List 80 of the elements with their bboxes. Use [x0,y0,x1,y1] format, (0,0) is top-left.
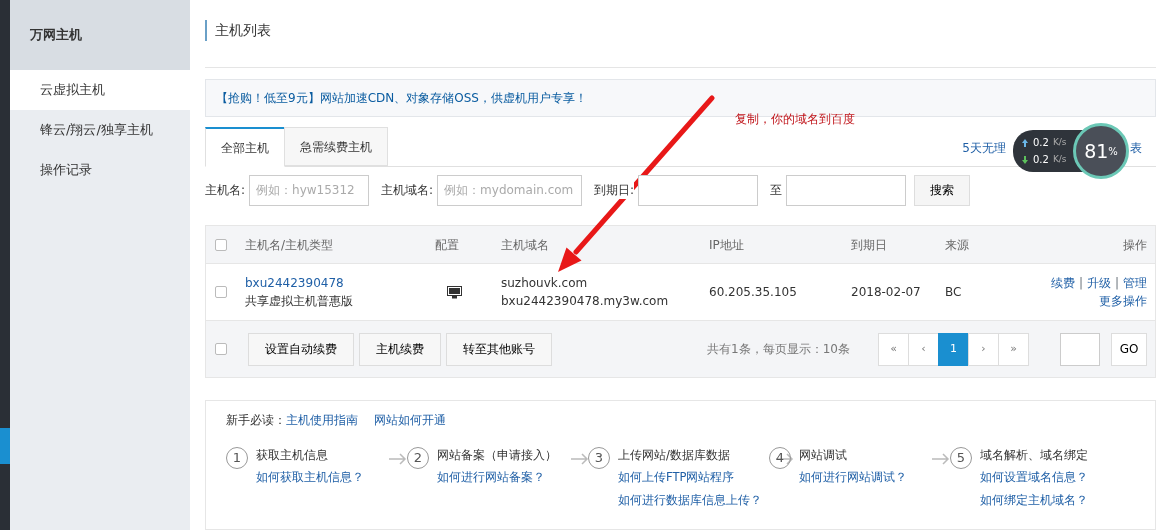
page-title: 主机列表 [205,20,271,41]
page-button[interactable]: » [998,332,1029,366]
guide-link[interactable]: 主机使用指南 [286,411,358,429]
input-field[interactable] [638,174,759,206]
arrow-icon [571,453,589,465]
table-cell-text: 60.205.35.105 [709,284,798,301]
field-label: 主机域名: [381,181,434,199]
input-field[interactable]: 例如：hyw15312 [249,174,370,206]
search-button[interactable]: 搜索 [914,174,971,206]
action-button[interactable]: 转至其他账号 [446,332,552,366]
sidebar-item[interactable]: 操作记录 [10,150,190,190]
step-title: 上传网站/数据库数据 [618,447,731,464]
speed-value: 0.2 [1033,136,1049,150]
monitor-icon [447,286,462,299]
checkbox[interactable] [215,343,227,355]
field-label: 到期日: [594,181,635,199]
help-link[interactable]: 如何设置域名信息？ [980,469,1088,487]
page-input[interactable] [1060,332,1100,366]
help-link[interactable]: 如何进行数据库信息上传？ [618,491,762,509]
host-type: 共享虚拟主机普惠版 [245,293,353,310]
action-link[interactable]: 续费 [1050,274,1075,292]
table-cell-text: BC [945,284,963,301]
step-title: 网站备案（申请接入） [437,447,557,464]
table-cell-text: 2018-02-07 [851,284,922,301]
column-header: IP地址 [709,236,745,254]
download-icon [1021,154,1029,165]
help-link[interactable]: 如何绑定主机域名？ [980,491,1088,509]
link[interactable]: 5天无理 [962,139,1006,157]
step-title: 获取主机信息 [256,447,329,464]
help-link[interactable]: 如何进行网站调试？ [799,469,907,487]
go-button[interactable]: GO [1111,332,1147,366]
page-button[interactable]: 1 [938,332,969,366]
help-link[interactable]: 如何上传FTP网站程序 [618,469,762,487]
guide-label: 新手必读： [226,412,286,429]
domain-text: bxu2442390478.my3w.com [501,293,669,310]
sidebar-item[interactable]: 云虚拟主机 [10,70,190,110]
percent-value: 81 [1084,138,1109,164]
tab[interactable]: 急需续费主机 [284,127,388,166]
checkbox[interactable] [215,238,227,251]
sidebar-item[interactable]: 锋云/翔云/独享主机 [10,110,190,150]
field-label: 主机名: [205,181,246,199]
upload-icon [1021,137,1029,148]
step-title: 域名解析、域名绑定 [980,447,1088,464]
page-summary: 共有1条，每页显示：10条 [707,341,850,358]
sidebar-marker [0,428,10,464]
tab[interactable]: 全部主机 [205,127,285,167]
checkbox[interactable] [215,286,227,298]
help-link[interactable]: 如何进行网站备案？ [437,469,557,487]
separator-text: | [1078,275,1083,292]
percent-sign: % [1108,144,1118,159]
link[interactable]: 表 [1130,139,1142,157]
speed-unit: K/s [1052,135,1067,149]
action-link[interactable]: 升级 [1086,274,1111,292]
input-field[interactable]: 例如：mydomain.com [437,174,583,206]
sidebar-title: 万网主机 [10,0,190,70]
help-link[interactable]: 如何获取主机信息？ [256,469,364,487]
step-title: 网站调试 [799,447,848,464]
input-field[interactable] [786,174,907,206]
column-header: 主机名/主机类型 [245,236,335,254]
action-button[interactable]: 主机续费 [359,332,441,366]
page-button[interactable]: « [878,332,909,366]
host-link[interactable]: bxu2442390478 [245,274,344,292]
separator-text: | [1114,275,1119,292]
action-link[interactable]: 更多操作 [1099,292,1147,310]
speed-unit: K/s [1052,152,1067,166]
arrow-icon [932,453,950,465]
domain-text: suzhouvk.com [501,275,588,292]
column-header: 操作 [1122,236,1148,254]
arrow-icon [776,453,794,465]
action-button[interactable]: 设置自动续费 [248,332,354,366]
column-header: 配置 [435,236,460,254]
arrow-icon [389,453,407,465]
page-button[interactable]: ‹ [908,332,939,366]
column-header: 到期日 [851,236,888,254]
guide-link[interactable]: 网站如何开通 [374,411,446,429]
page-button[interactable]: › [968,332,999,366]
speed-value: 0.2 [1033,153,1049,167]
column-header: 主机域名 [501,236,550,254]
action-link[interactable]: 管理 [1123,274,1147,292]
column-header: 来源 [945,236,970,254]
